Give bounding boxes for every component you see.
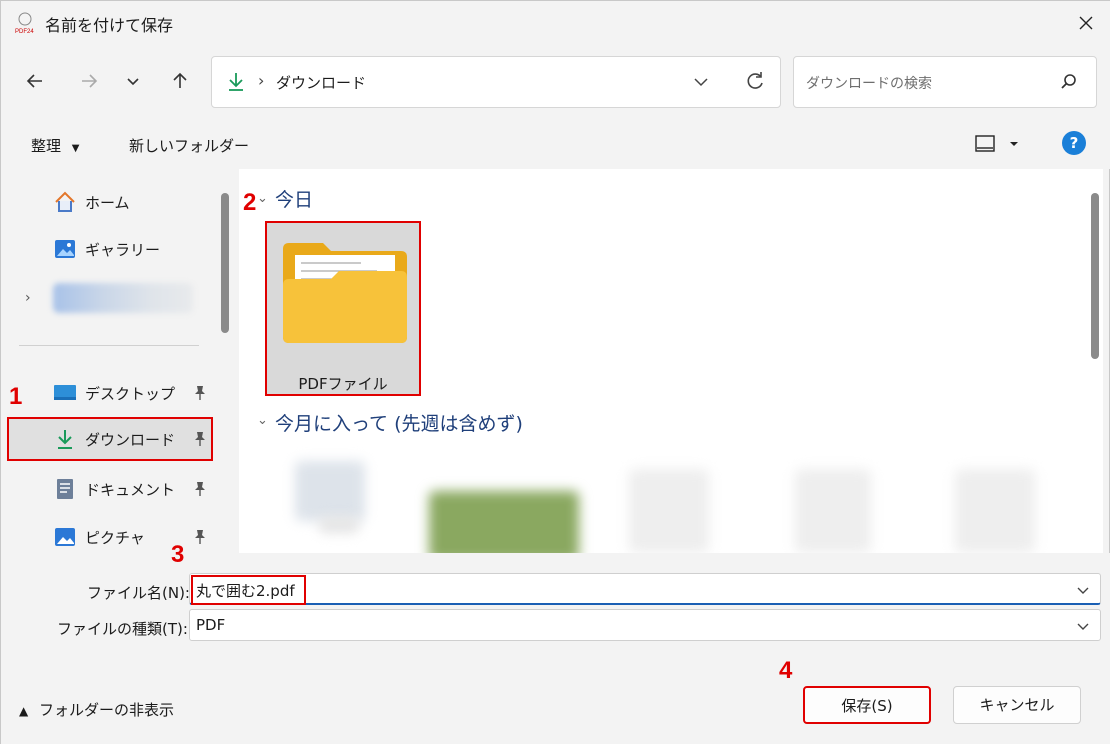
home-icon bbox=[55, 191, 75, 212]
window-title: 名前を付けて保存 bbox=[45, 16, 174, 35]
chevron-down-icon bbox=[127, 78, 139, 86]
gallery-icon bbox=[55, 240, 75, 258]
view-pane-icon bbox=[975, 135, 1018, 152]
chevron-down-icon[interactable] bbox=[692, 73, 710, 91]
sidebar-item-gallery[interactable]: ギャラリー bbox=[7, 227, 213, 271]
svg-text:PDF24: PDF24 bbox=[15, 29, 34, 35]
folder-item[interactable]: PDFファイル bbox=[265, 221, 421, 396]
chevron-right-icon[interactable]: › bbox=[25, 290, 31, 306]
blurred-file-item[interactable] bbox=[629, 469, 709, 553]
filetype-label: ファイルの種類(T): bbox=[57, 620, 188, 638]
annotation-step-2: 2 bbox=[243, 189, 257, 216]
folder-name: PDFファイル bbox=[298, 375, 388, 393]
blurred-file-label bbox=[319, 517, 359, 533]
sidebar-item-label: ホーム bbox=[85, 194, 130, 212]
chevron-up-icon: ▲ bbox=[19, 704, 29, 718]
annotation-step-3: 3 bbox=[171, 541, 185, 568]
folder-icon bbox=[283, 243, 407, 343]
blurred-cloud-item[interactable] bbox=[53, 283, 193, 313]
download-icon bbox=[229, 73, 243, 91]
command-bar: 整理 ▼ 新しいフォルダー bbox=[1, 121, 1110, 169]
breadcrumb-separator: › bbox=[258, 71, 265, 90]
annotation-highlight-filename bbox=[191, 575, 306, 605]
sidebar-item-downloads[interactable]: ダウンロード bbox=[7, 417, 213, 461]
blurred-file-item[interactable] bbox=[795, 469, 871, 553]
sidebar-scrollbar[interactable] bbox=[221, 193, 229, 333]
annotation-step-1: 1 bbox=[9, 383, 23, 410]
cancel-button[interactable]: キャンセル bbox=[953, 686, 1081, 724]
group-header-today[interactable]: 今日 bbox=[275, 185, 313, 212]
desktop-icon bbox=[54, 385, 76, 400]
hide-folders-button[interactable]: ▲ フォルダーの非表示 bbox=[19, 699, 174, 720]
hide-folders-label: フォルダーの非表示 bbox=[39, 701, 175, 719]
address-bar[interactable]: › ダウンロード bbox=[211, 56, 781, 108]
sidebar-item-label: ギャラリー bbox=[85, 241, 161, 259]
back-button[interactable] bbox=[19, 65, 51, 97]
app-icon: PDF24 bbox=[15, 12, 34, 35]
blurred-file-item[interactable] bbox=[295, 461, 365, 521]
help-icon[interactable]: ? bbox=[1062, 131, 1086, 155]
arrow-left-icon bbox=[26, 74, 42, 88]
close-icon bbox=[1079, 16, 1093, 30]
recent-locations-button[interactable] bbox=[117, 65, 149, 97]
search-input[interactable]: ダウンロードの検索 bbox=[793, 56, 1097, 108]
filetype-select[interactable]: PDF bbox=[189, 609, 1101, 641]
sidebar-item-label: デスクトップ bbox=[85, 385, 176, 403]
view-options-button[interactable] bbox=[975, 134, 1025, 158]
content-scrollbar[interactable] bbox=[1091, 193, 1099, 359]
pin-icon[interactable] bbox=[193, 481, 207, 497]
new-folder-label: 新しいフォルダー bbox=[129, 137, 250, 155]
search-icon bbox=[1061, 74, 1076, 89]
pin-icon[interactable] bbox=[193, 529, 207, 545]
divider bbox=[19, 345, 199, 346]
arrow-up-icon bbox=[173, 72, 187, 88]
sidebar-item-label: ドキュメント bbox=[85, 481, 176, 499]
sidebar-item-desktop[interactable]: デスクトップ bbox=[7, 371, 213, 415]
file-list: ⌄ 今日 PDFファイル ⌄ 今月に入って (先週は含めず) bbox=[239, 169, 1103, 553]
arrow-right-icon bbox=[82, 74, 98, 88]
new-folder-button[interactable]: 新しいフォルダー bbox=[129, 135, 249, 156]
save-button[interactable]: 保存(S) bbox=[803, 686, 931, 724]
chevron-down-icon[interactable]: ⌄ bbox=[257, 191, 268, 206]
close-button[interactable] bbox=[1061, 1, 1110, 45]
save-as-dialog: PDF24 名前を付けて保存 › ダウンロード ダウンロードの検索 整理 ▼ 新… bbox=[0, 0, 1110, 744]
sidebar-item-label: ピクチャ bbox=[85, 529, 145, 547]
forward-button[interactable] bbox=[73, 65, 105, 97]
pictures-icon bbox=[55, 528, 75, 546]
chevron-down-icon[interactable]: ⌄ bbox=[257, 413, 268, 428]
sidebar-item-home[interactable]: ホーム bbox=[7, 180, 213, 224]
sidebar-item-label: ダウンロード bbox=[85, 431, 176, 449]
filename-field[interactable]: 丸で囲む2.pdf bbox=[189, 573, 1101, 605]
refresh-icon[interactable] bbox=[744, 70, 766, 92]
sidebar-item-documents[interactable]: ドキュメント bbox=[7, 467, 213, 511]
chevron-down-icon[interactable] bbox=[1076, 619, 1090, 633]
annotation-step-4: 4 bbox=[779, 657, 793, 684]
breadcrumb[interactable]: ダウンロード bbox=[276, 72, 366, 93]
up-button[interactable] bbox=[164, 65, 196, 97]
search-placeholder: ダウンロードの検索 bbox=[806, 76, 932, 92]
group-header-this-month[interactable]: 今月に入って (先週は含めず) bbox=[275, 409, 523, 436]
save-form: ファイル名(N): 丸で囲む2.pdf ファイルの種類(T): PDF ▲ フォ… bbox=[1, 553, 1110, 744]
download-icon bbox=[58, 430, 72, 449]
blurred-file-item[interactable] bbox=[955, 469, 1035, 553]
document-icon bbox=[57, 479, 73, 499]
filetype-value: PDF bbox=[196, 616, 226, 634]
filename-label: ファイル名(N): bbox=[87, 584, 190, 602]
pin-icon[interactable] bbox=[193, 385, 207, 401]
navigation-pane: ホーム ギャラリー › デスクトップ ダウンロード ドキュメント ピクチャ bbox=[3, 169, 233, 553]
organize-menu[interactable]: 整理 ▼ bbox=[31, 135, 80, 156]
blurred-image-item[interactable] bbox=[429, 491, 579, 553]
navigation-bar: › ダウンロード ダウンロードの検索 bbox=[1, 45, 1110, 121]
caret-down-icon: ▼ bbox=[71, 143, 80, 154]
chevron-down-icon[interactable] bbox=[1076, 583, 1090, 597]
title-bar: PDF24 名前を付けて保存 bbox=[1, 1, 1110, 45]
pin-icon[interactable] bbox=[193, 431, 207, 447]
organize-label: 整理 bbox=[31, 137, 62, 155]
